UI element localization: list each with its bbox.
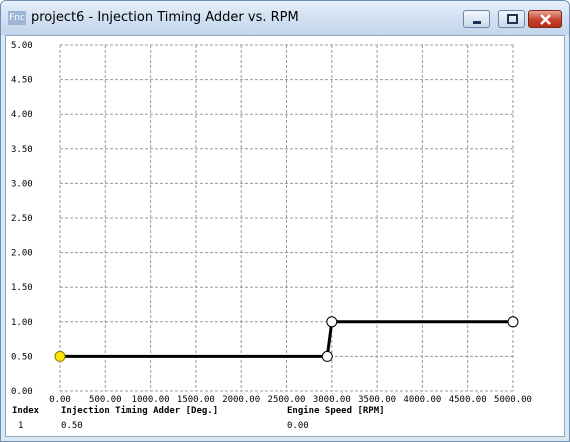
x-tick-label: 0.00 [49, 395, 71, 405]
maximize-button[interactable] [498, 10, 525, 28]
row-y-value[interactable]: 0.50 [61, 421, 83, 431]
y-tick-label: 3.50 [11, 145, 33, 155]
chart-plot[interactable]: 0.00 0.50 1.00 1.50 2.00 2.50 3.00 3.50 4.00 4.50… [6, 36, 564, 406]
y-tick-label: 1.00 [11, 318, 33, 328]
window-title: project6 - Injection Timing Adder vs. RP… [31, 10, 299, 25]
x-tick-labels: 0.00 500.00 1000.00 1500.00 2000.00 2500.00 30… [49, 395, 532, 405]
title-bar[interactable]: Fnc project6 - Injection Timing Adder vs… [1, 1, 569, 35]
y-tick-label: 1.50 [11, 283, 33, 293]
x-tick-label: 5000.00 [494, 395, 532, 405]
x-tick-label: 4000.00 [403, 395, 441, 405]
y-name-header: Injection Timing Adder [Deg.] [61, 406, 219, 416]
data-point[interactable] [326, 316, 338, 328]
close-icon [540, 14, 551, 25]
x-tick-label: 3000.00 [313, 395, 351, 405]
chart-series [54, 316, 519, 362]
y-tick-label: 3.00 [11, 179, 33, 189]
y-tick-label: 2.00 [11, 249, 33, 259]
data-point[interactable] [54, 350, 66, 362]
x-name-header: Engine Speed [RPM] [287, 406, 385, 416]
y-tick-labels: 0.00 0.50 1.00 1.50 2.00 2.50 3.00 3.50 4.00 4.50… [11, 41, 33, 397]
app-icon: Fnc [8, 11, 26, 25]
x-tick-label: 2000.00 [222, 395, 260, 405]
y-tick-label: 2.50 [11, 214, 33, 224]
y-tick-label: 0.00 [11, 387, 33, 397]
x-tick-label: 4500.00 [449, 395, 487, 405]
y-tick-label: 4.00 [11, 110, 33, 120]
chart-area[interactable]: 0.00 0.50 1.00 1.50 2.00 2.50 3.00 3.50 4.00 4.50… [5, 35, 565, 437]
minimize-button[interactable] [463, 10, 490, 28]
data-point[interactable] [321, 350, 333, 362]
x-tick-label: 500.00 [89, 395, 122, 405]
index-header: Index [12, 406, 40, 416]
chart-grid [59, 44, 514, 392]
function-editor-window: Fnc project6 - Injection Timing Adder vs… [0, 0, 570, 442]
y-tick-label: 0.50 [11, 352, 33, 362]
data-point[interactable] [507, 316, 519, 328]
maximize-icon [507, 14, 518, 24]
x-tick-label: 3500.00 [358, 395, 396, 405]
x-tick-label: 1500.00 [177, 395, 215, 405]
y-tick-label: 4.50 [11, 76, 33, 86]
minimize-icon [473, 21, 481, 24]
x-tick-label: 2500.00 [268, 395, 306, 405]
row-x-value[interactable]: 0.00 [287, 421, 309, 431]
close-button[interactable] [528, 10, 562, 28]
y-tick-label: 5.00 [11, 41, 33, 51]
x-tick-label: 1000.00 [132, 395, 170, 405]
row-index: 1 [18, 421, 24, 431]
